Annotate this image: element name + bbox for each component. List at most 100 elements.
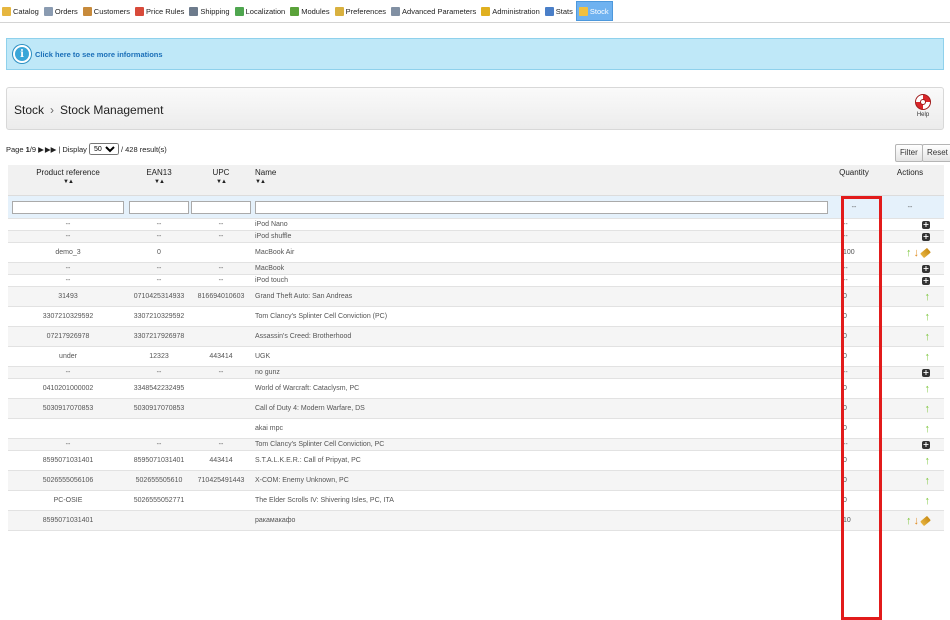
add-stock-arrow-icon[interactable]: ↑ <box>925 423 931 434</box>
product-name-cell: Grand Theft Auto: San Andreas <box>252 286 832 307</box>
info-link[interactable]: Click here to see more informations <box>35 50 163 59</box>
actions-cell: ↑ <box>876 326 944 347</box>
nav-tab-preferences[interactable]: Preferences <box>333 1 389 21</box>
table-row[interactable]: akai mpc 0 ↑ <box>8 418 944 439</box>
quantity-cell: 0 <box>832 326 876 347</box>
filter-button[interactable]: Filter <box>895 144 923 162</box>
add-stock-arrow-icon[interactable]: ↑ <box>925 475 931 486</box>
product-reference-cell: 31493 <box>8 286 128 307</box>
nav-tab-label: Modules <box>301 6 330 16</box>
remove-stock-arrow-icon[interactable]: ↓ <box>914 247 920 258</box>
expand-plus-icon[interactable]: + <box>922 232 930 241</box>
table-row[interactable]: 5026555056106 502655505610 710425491443 X-C… <box>8 470 944 491</box>
column-header-upc[interactable]: UPC ▼▲ <box>190 165 252 196</box>
add-stock-arrow-icon[interactable]: ↑ <box>925 495 931 506</box>
table-row[interactable]: -- -- -- no gunz -- + <box>8 366 944 379</box>
add-stock-arrow-icon[interactable]: ↑ <box>925 403 931 414</box>
reference-filter-input[interactable] <box>11 200 125 214</box>
expand-plus-icon[interactable]: + <box>922 276 930 285</box>
table-row[interactable]: demo_3 0 MacBook Air 100 ↑ ↓ <box>8 242 944 263</box>
table-row[interactable]: 0410201000002 3348542232495 World of Warcr… <box>8 378 944 399</box>
stock-icon <box>578 6 588 16</box>
nav-tab-modules[interactable]: Modules <box>288 1 332 21</box>
nav-tab-label: Stats <box>555 6 573 16</box>
sort-arrows-icon[interactable]: ▼▲ <box>191 179 251 185</box>
column-header-ean13[interactable]: EAN13 ▼▲ <box>128 165 190 196</box>
page-header: Stock › Stock Management Help <box>6 87 944 130</box>
info-banner[interactable]: i Click here to see more informations <box>6 38 944 70</box>
add-stock-arrow-icon[interactable]: ↑ <box>925 455 931 466</box>
nav-tab-administration[interactable]: Administration <box>479 1 543 21</box>
last-page-icon[interactable]: ▶▶ <box>45 145 57 154</box>
product-reference-cell: -- <box>8 218 128 231</box>
nav-tab-localization[interactable]: Localization <box>233 1 289 21</box>
product-reference-cell: -- <box>8 438 128 451</box>
filter-cell <box>190 195 252 219</box>
column-header-quantity: Quantity <box>832 165 876 196</box>
modules-icon <box>290 6 300 16</box>
edit-pencil-icon[interactable] <box>920 515 931 526</box>
column-header-name[interactable]: Name ▼▲ <box>252 165 832 196</box>
table-row[interactable]: -- -- -- MacBook -- + <box>8 262 944 275</box>
column-label: Actions <box>896 168 924 177</box>
add-stock-arrow-icon[interactable]: ↑ <box>925 291 931 302</box>
table-row[interactable]: 8595071031401 ракамакафо 10 ↑ ↓ <box>8 510 944 531</box>
expand-plus-icon[interactable]: + <box>922 264 930 273</box>
table-row[interactable]: 3307210329592 3307210329592 Tom Clancy's S… <box>8 306 944 327</box>
product-name-cell: World of Warcraft: Cataclysm, PC <box>252 378 832 399</box>
sort-arrows-icon[interactable]: ▼▲ <box>9 179 127 185</box>
add-stock-arrow-icon[interactable]: ↑ <box>925 331 931 342</box>
actions-cell: ↑ ↓ <box>876 510 944 531</box>
actions-cell: ↑ <box>876 346 944 367</box>
ean13-cell: 12323 <box>128 346 190 367</box>
table-row[interactable]: 5030917070853 5030917070853 Call of Duty 4… <box>8 398 944 419</box>
column-header-reference[interactable]: Product reference ▼▲ <box>8 165 128 196</box>
edit-pencil-icon[interactable] <box>920 247 931 258</box>
upc-cell: -- <box>190 230 252 243</box>
reset-button[interactable]: Reset <box>922 144 950 162</box>
product-reference-cell: PC-OSIE <box>8 490 128 511</box>
table-row[interactable]: 8595071031401 8595071031401 443414 S.T.A.L.… <box>8 450 944 471</box>
per-page-select[interactable]: 50 <box>88 143 119 155</box>
sort-arrows-icon[interactable]: ▼▲ <box>255 179 831 185</box>
nav-tab-price-rules[interactable]: Price Rules <box>133 1 187 21</box>
ean13-filter-input[interactable] <box>129 200 189 214</box>
upc-filter-input[interactable] <box>191 200 251 214</box>
expand-plus-icon[interactable]: + <box>922 368 930 377</box>
expand-plus-icon[interactable]: + <box>922 220 930 229</box>
add-stock-arrow-icon[interactable]: ↑ <box>906 515 912 526</box>
next-page-icon[interactable]: ▶ <box>38 145 44 154</box>
name-filter-input[interactable] <box>255 200 829 214</box>
quantity-cell: -- <box>832 274 876 287</box>
table-row[interactable]: 31493 0710425314933 816694010603 Grand Thef… <box>8 286 944 307</box>
sort-arrows-icon[interactable]: ▼▲ <box>129 179 189 185</box>
table-row[interactable]: -- -- -- Tom Clancy's Splinter Cell Convict… <box>8 438 944 451</box>
table-row[interactable]: -- -- -- iPod Nano -- + <box>8 218 944 231</box>
add-stock-arrow-icon[interactable]: ↑ <box>906 247 912 258</box>
add-stock-arrow-icon[interactable]: ↑ <box>925 311 931 322</box>
nav-tab-customers[interactable]: Customers <box>81 1 133 21</box>
table-row[interactable]: -- -- -- iPod shuffle -- + <box>8 230 944 243</box>
table-row[interactable]: -- -- -- iPod touch -- + <box>8 274 944 287</box>
price-rules-icon <box>135 6 145 16</box>
table-row[interactable]: PC-OSIE 5026555052771 The Elder Scrolls IV… <box>8 490 944 511</box>
product-reference-cell: -- <box>8 274 128 287</box>
quantity-cell: -- <box>832 262 876 275</box>
help-button[interactable]: Help <box>911 94 935 118</box>
nav-tab-orders[interactable]: Orders <box>42 1 81 21</box>
upc-cell: 443414 <box>190 450 252 471</box>
quantity-cell: -- <box>832 230 876 243</box>
nav-tab-catalog[interactable]: Catalog <box>0 1 42 21</box>
add-stock-arrow-icon[interactable]: ↑ <box>925 351 931 362</box>
expand-plus-icon[interactable]: + <box>922 440 930 449</box>
nav-tab-shipping[interactable]: Shipping <box>187 1 232 21</box>
table-row[interactable]: under 12323 443414 UGK 0 ↑ <box>8 346 944 367</box>
add-stock-arrow-icon[interactable]: ↑ <box>925 383 931 394</box>
remove-stock-arrow-icon[interactable]: ↓ <box>914 515 920 526</box>
nav-tab-stats[interactable]: Stats <box>543 1 576 21</box>
nav-tab-stock[interactable]: Stock <box>575 1 613 21</box>
ean13-cell: -- <box>128 274 190 287</box>
table-row[interactable]: 07217926978 3307217926978 Assassin's Creed… <box>8 326 944 347</box>
actions-cell: + <box>876 366 944 379</box>
nav-tab-advanced-parameters[interactable]: Advanced Parameters <box>389 1 479 21</box>
